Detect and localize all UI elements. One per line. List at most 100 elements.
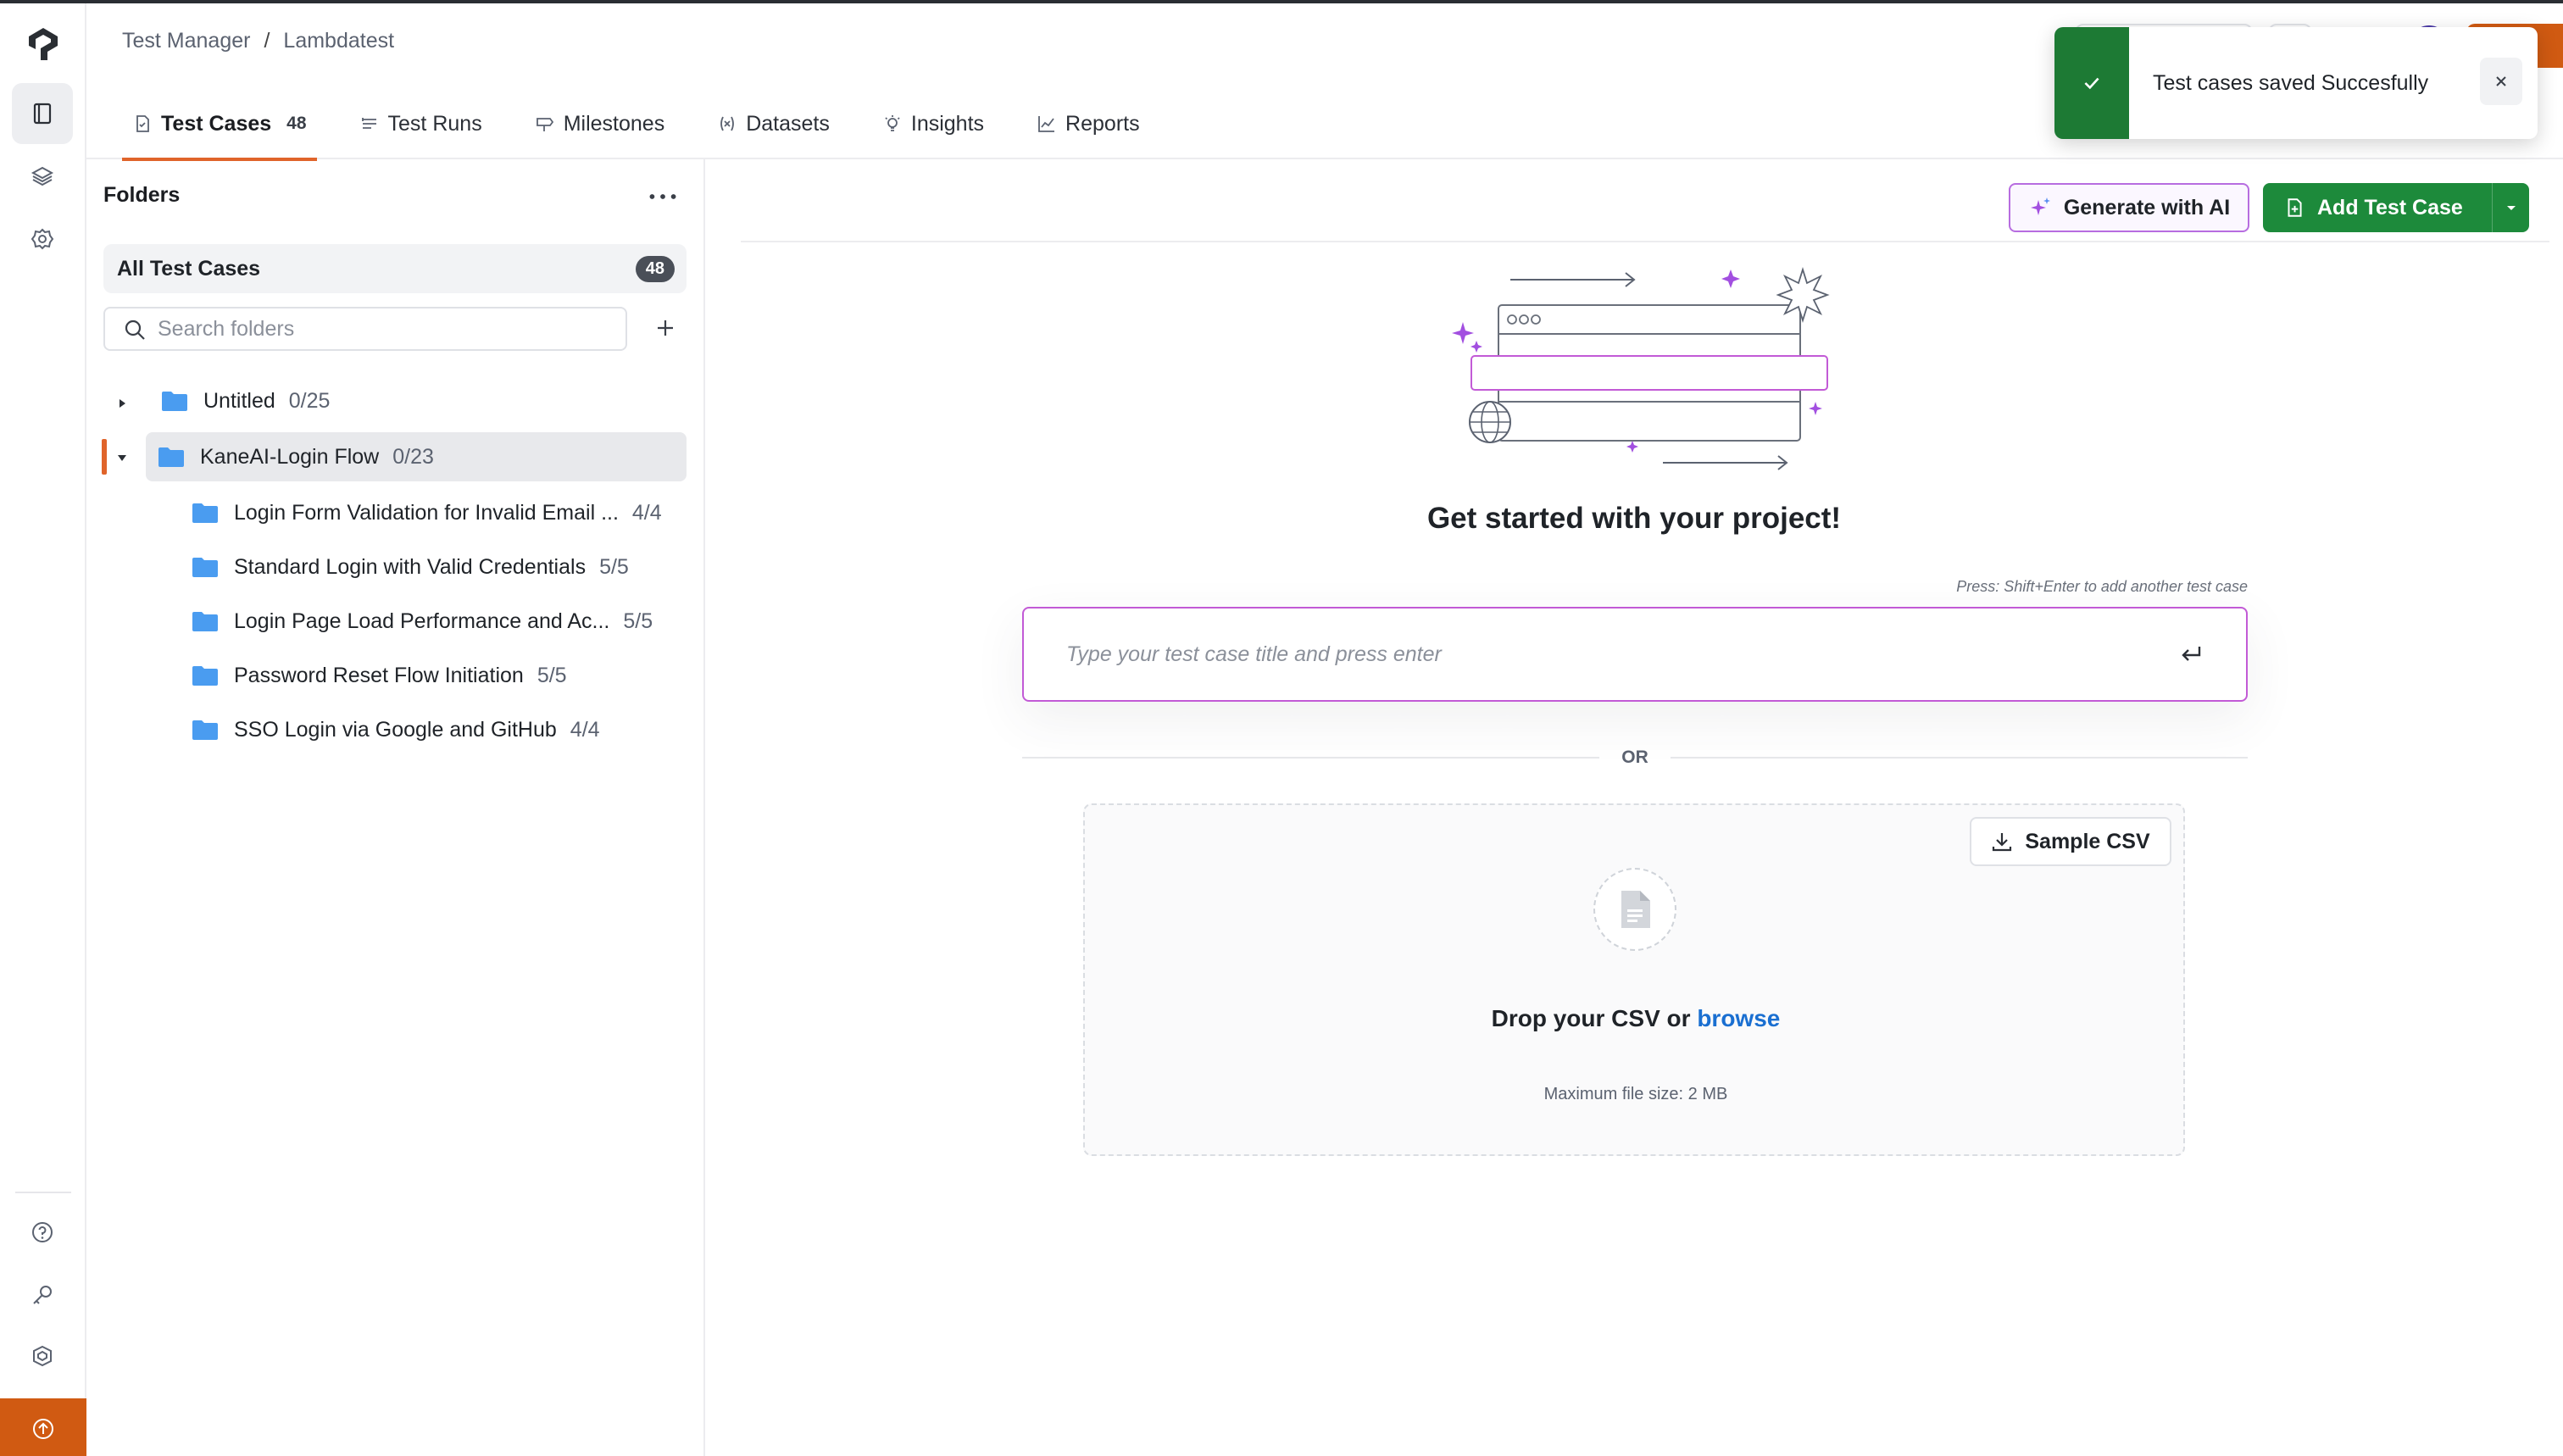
book-icon (33, 103, 52, 125)
tab-count-badge: 48 (286, 114, 307, 133)
tab-test-cases[interactable]: Test Cases 48 (122, 88, 317, 161)
folder-name: Login Form Validation for Invalid Email … (234, 500, 619, 525)
settings-rail-button[interactable] (12, 208, 73, 270)
subfolder-item[interactable]: SSO Login via Google and GitHub 4/4 (192, 705, 687, 754)
folder-name: Standard Login with Valid Credentials (234, 554, 587, 579)
drop-text: Drop your CSV or (1491, 1005, 1691, 1031)
add-test-case-main[interactable]: Add Test Case (2263, 196, 2492, 220)
test-case-input-placeholder: Type your test case title and press ente… (1066, 642, 1442, 666)
upgrade-rail-button[interactable] (0, 1398, 86, 1456)
layers-rail-button[interactable] (12, 146, 73, 207)
key-rail-button[interactable] (12, 1264, 73, 1325)
file-icon (1621, 891, 1650, 928)
folder-open-icon (158, 447, 184, 467)
folder-icon (192, 612, 218, 631)
milestone-icon (536, 118, 553, 131)
key-icon (33, 1286, 52, 1304)
search-folders-input[interactable]: Search folders (103, 307, 627, 351)
csv-dropzone[interactable]: Sample CSV Drop your CSV or browse Maxim… (1083, 803, 2185, 1156)
or-label: OR (1621, 747, 1648, 767)
folders-more-button[interactable] (646, 181, 680, 212)
tab-milestones[interactable]: Milestones (525, 88, 675, 159)
rail-divider (15, 1192, 71, 1193)
breadcrumb: Test Manager / Lambdatest (122, 29, 394, 53)
help-rail-button[interactable] (12, 1202, 73, 1263)
close-icon (2496, 76, 2506, 86)
tab-reports[interactable]: Reports (1026, 88, 1150, 159)
generate-with-ai-button[interactable]: Generate with AI (2009, 183, 2249, 232)
check-icon (2084, 77, 2099, 90)
app-rail (0, 3, 86, 1456)
folder-item[interactable]: Untitled 0/25 (154, 376, 687, 425)
dataset-icon (720, 116, 735, 131)
test-manager-rail-button[interactable] (12, 83, 73, 144)
add-test-case-button[interactable]: Add Test Case (2263, 183, 2529, 232)
enter-key-icon[interactable] (2178, 642, 2204, 667)
test-case-icon (136, 115, 149, 132)
all-test-cases-count: 48 (635, 255, 675, 282)
tab-label: Datasets (746, 111, 830, 136)
integrations-rail-button[interactable] (12, 1325, 73, 1387)
plus-icon (658, 320, 673, 336)
add-folder-button[interactable] (646, 308, 685, 347)
chevron-down-icon (2506, 206, 2516, 210)
add-test-case-label: Add Test Case (2317, 195, 2463, 220)
integrations-icon (33, 1345, 52, 1367)
arrow-up-circle-icon (33, 1419, 53, 1439)
toast-message: Test cases saved Succesfully (2153, 70, 2429, 95)
max-file-size: Maximum file size: 2 MB (1543, 1085, 1728, 1103)
breadcrumb-current[interactable]: Lambdatest (283, 29, 394, 53)
test-case-title-input[interactable]: Type your test case title and press ente… (1022, 607, 2248, 702)
folder-icon (192, 558, 218, 577)
sample-csv-button[interactable]: Sample CSV (1970, 817, 2171, 866)
help-icon (32, 1222, 53, 1242)
folder-count: 0/25 (288, 388, 331, 413)
subfolder-item[interactable]: Password Reset Flow Initiation 5/5 (192, 651, 687, 700)
all-test-cases-item[interactable]: All Test Cases 48 (103, 244, 687, 293)
toast-status-bar (2054, 27, 2129, 139)
tab-label: Reports (1065, 111, 1140, 136)
toast-close-button[interactable] (2480, 58, 2522, 105)
folder-count: 5/5 (623, 609, 653, 633)
all-test-cases-label: All Test Cases (117, 256, 261, 281)
selected-indicator (102, 439, 107, 475)
folder-count: 4/4 (631, 500, 662, 525)
tab-test-runs[interactable]: Test Runs (349, 88, 492, 159)
folder-icon (192, 666, 218, 686)
folder-count: 4/4 (570, 717, 600, 742)
main-panel: Generate with AI Add Test Case Get start… (705, 159, 2563, 1456)
insights-icon (885, 115, 900, 131)
breadcrumb-parent[interactable]: Test Manager (122, 29, 250, 53)
or-divider: OR (1022, 742, 2248, 773)
divider-line (1022, 757, 1600, 759)
breadcrumb-separator: / (264, 29, 270, 53)
add-test-case-dropdown[interactable] (2492, 183, 2529, 232)
caret-down-icon[interactable] (114, 449, 131, 466)
more-horizontal-icon (649, 194, 676, 199)
subfolder-item[interactable]: Login Form Validation for Invalid Email … (192, 488, 687, 537)
folder-count: 0/23 (392, 444, 434, 469)
folder-name: KaneAI-Login Flow (200, 444, 380, 469)
tab-label: Test Cases (161, 111, 272, 136)
subfolder-item[interactable]: Login Page Load Performance and Ac... 5/… (192, 597, 687, 646)
browse-link[interactable]: browse (1697, 1005, 1780, 1031)
empty-state-illustration (1452, 266, 1830, 470)
file-plus-icon (2288, 198, 2302, 217)
tab-insights[interactable]: Insights (872, 88, 994, 159)
tab-label: Milestones (563, 111, 665, 136)
toolbar-divider (741, 241, 2549, 242)
generate-with-ai-label: Generate with AI (2063, 195, 2231, 220)
search-placeholder: Search folders (158, 316, 295, 341)
folder-count: 5/5 (599, 554, 629, 579)
reports-icon (1038, 116, 1055, 132)
layers-icon (31, 166, 54, 186)
folder-item-selected[interactable]: KaneAI-Login Flow 0/23 (146, 432, 687, 481)
app-logo-icon[interactable] (25, 25, 61, 63)
subfolder-item[interactable]: Standard Login with Valid Credentials 5/… (192, 542, 687, 592)
caret-right-icon[interactable] (114, 395, 131, 412)
tab-label: Insights (910, 111, 985, 136)
keyboard-hint: Press: Shift+Enter to add another test c… (1956, 578, 2248, 595)
test-runs-icon (361, 118, 376, 129)
folder-icon (192, 720, 218, 740)
tab-datasets[interactable]: Datasets (707, 88, 840, 159)
